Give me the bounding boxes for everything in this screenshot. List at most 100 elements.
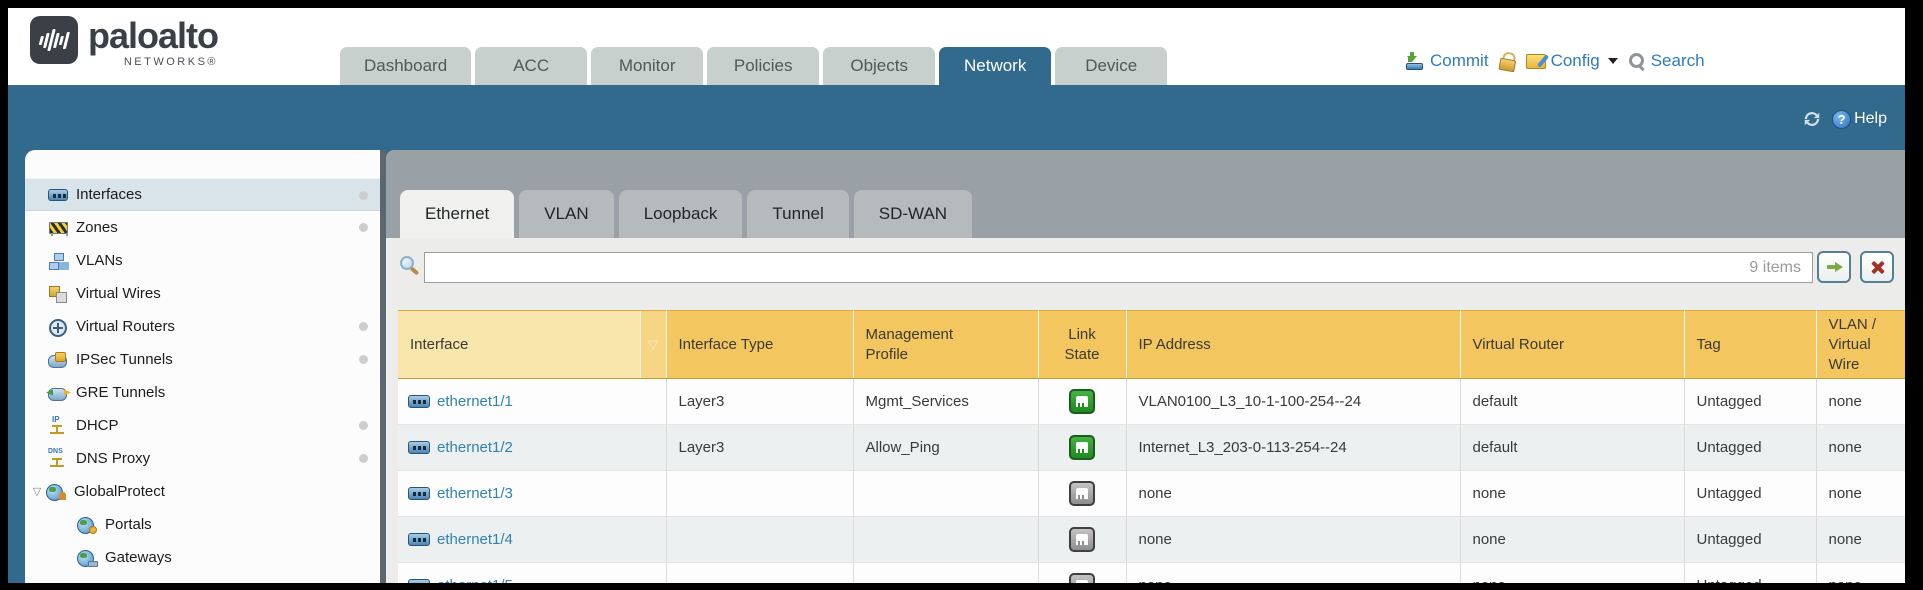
portals-icon (77, 517, 97, 533)
sidebar-item-label: Virtual Routers (76, 318, 175, 335)
brand-networks: NETWORKS® (124, 56, 218, 68)
expander-icon[interactable]: ▽ (30, 485, 44, 498)
column-header-virtual-router[interactable]: Virtual Router (1460, 311, 1684, 379)
lock-icon[interactable] (1498, 51, 1516, 71)
subtab-vlan[interactable]: VLAN (519, 190, 613, 238)
column-header-link-state[interactable]: Link State (1038, 311, 1126, 379)
paloalto-logo: paloalto NETWORKS® (30, 16, 218, 68)
sidebar-item-dns-proxy[interactable]: DNS Proxy (25, 442, 380, 475)
sidebar-item-interfaces[interactable]: Interfaces (25, 178, 380, 211)
panos-app-window: paloalto NETWORKS® Dashboard ACC Monitor… (8, 8, 1905, 583)
sidebar-item-portals[interactable]: Portals (25, 508, 380, 541)
cell-ip-address: none (1126, 563, 1460, 584)
sidebar-item-gre-tunnels[interactable]: GRE Tunnels (25, 376, 380, 409)
ethernet-interface-icon (408, 441, 430, 454)
item-dot (359, 421, 368, 430)
filter-magnifier-icon[interactable] (400, 256, 414, 270)
band-actions: ? Help (1801, 109, 1887, 129)
sort-dropdown-button[interactable]: ▽ (640, 311, 666, 378)
commit-label: Commit (1430, 51, 1489, 71)
sidebar-item-label: Zones (76, 219, 118, 236)
link-state-up-icon (1069, 435, 1095, 460)
interface-link[interactable]: ethernet1/2 (437, 439, 513, 456)
ethernet-interface-icon (408, 395, 430, 408)
item-dot (359, 191, 368, 200)
main-nav-tabs: Dashboard ACC Monitor Policies Objects N… (340, 47, 1167, 85)
filter-bar: 9 items (386, 238, 1905, 300)
cell-tag: Untagged (1684, 379, 1816, 425)
table-header-row: Interface ▽ Interface Type Management Pr… (398, 311, 1905, 379)
tab-network[interactable]: Network (939, 47, 1051, 85)
green-arrow-icon (1827, 262, 1842, 272)
interfaces-icon (48, 189, 68, 201)
search-icon (1629, 53, 1645, 69)
table-row[interactable]: ethernet1/5 none none Untagged none (398, 563, 1905, 584)
column-header-management-profile[interactable]: Management Profile (853, 311, 1038, 379)
column-header-tag[interactable]: Tag (1684, 311, 1816, 379)
subtab-ethernet[interactable]: Ethernet (400, 190, 514, 238)
interface-subtabs: Ethernet VLAN Loopback Tunnel SD-WAN (400, 190, 972, 238)
header-actions: Commit Config Search (1406, 50, 1705, 72)
column-header-vlan-virtual-wire[interactable]: VLAN / Virtual Wire (1816, 311, 1905, 379)
tab-objects[interactable]: Objects (823, 47, 935, 85)
ethernet-interface-icon (408, 533, 430, 546)
table-row[interactable]: ethernet1/3 none none Untagged none (398, 471, 1905, 517)
search-label: Search (1651, 51, 1705, 71)
subtab-loopback[interactable]: Loopback (619, 190, 743, 238)
tab-monitor[interactable]: Monitor (591, 47, 703, 85)
search-button[interactable]: Search (1629, 51, 1705, 71)
tab-acc[interactable]: ACC (475, 47, 587, 85)
sidebar-item-label: Portals (105, 516, 152, 533)
filter-input[interactable] (424, 252, 1813, 283)
table-row[interactable]: ethernet1/2 Layer3 Allow_Ping Internet_L… (398, 425, 1905, 471)
clear-filter-button[interactable] (1860, 251, 1894, 283)
subtab-tunnel[interactable]: Tunnel (747, 190, 848, 238)
paloalto-logo-icon (30, 16, 78, 64)
interface-link[interactable]: ethernet1/3 (437, 485, 513, 502)
interface-link[interactable]: ethernet1/4 (437, 531, 513, 548)
table-row[interactable]: ethernet1/4 none none Untagged none (398, 517, 1905, 563)
refresh-icon[interactable] (1801, 109, 1823, 129)
sidebar-item-label: Gateways (105, 549, 172, 566)
sidebar-item-globalprotect[interactable]: ▽ GlobalProtect (25, 475, 380, 508)
cell-virtual-router: none (1460, 563, 1684, 584)
commit-button[interactable]: Commit (1406, 51, 1489, 71)
sidebar-item-label: GlobalProtect (74, 483, 165, 500)
zones-icon (48, 220, 68, 236)
interface-link[interactable]: ethernet1/1 (437, 393, 513, 410)
cell-virtual-router: default (1460, 379, 1684, 425)
subtab-sdwan[interactable]: SD-WAN (854, 190, 972, 238)
cell-management-profile: Mgmt_Services (853, 379, 1038, 425)
config-menu-button[interactable]: Config (1526, 51, 1618, 71)
column-header-interface[interactable]: Interface ▽ (398, 311, 666, 379)
gateways-icon (77, 550, 97, 566)
column-header-interface-type[interactable]: Interface Type (666, 311, 853, 379)
interface-link[interactable]: ethernet1/5 (437, 577, 513, 583)
cell-vlan: none (1816, 517, 1905, 563)
sidebar-item-label: VLANs (76, 252, 123, 269)
tab-device[interactable]: Device (1055, 47, 1167, 85)
sidebar-item-label: IPSec Tunnels (76, 351, 173, 368)
sidebar-item-ipsec-tunnels[interactable]: IPSec Tunnels (25, 343, 380, 376)
tab-dashboard[interactable]: Dashboard (340, 47, 471, 85)
sidebar-item-virtual-routers[interactable]: Virtual Routers (25, 310, 380, 343)
tab-policies[interactable]: Policies (707, 47, 819, 85)
port-glyph (1076, 442, 1088, 453)
apply-filter-button[interactable] (1817, 251, 1851, 283)
column-header-ip-address[interactable]: IP Address (1126, 311, 1460, 379)
sidebar-item-zones[interactable]: Zones (25, 211, 380, 244)
cell-tag: Untagged (1684, 425, 1816, 471)
help-button[interactable]: ? Help (1832, 110, 1887, 129)
sidebar-item-dhcp[interactable]: DHCP (25, 409, 380, 442)
config-label: Config (1551, 51, 1600, 71)
sidebar-item-virtual-wires[interactable]: Virtual Wires (25, 277, 380, 310)
ethernet-content: 9 items Interface ▽ Interface Ty (386, 238, 1905, 583)
virtual-routers-icon (48, 319, 68, 335)
item-dot (359, 223, 368, 232)
cell-tag: Untagged (1684, 471, 1816, 517)
sidebar-item-gateways[interactable]: Gateways (25, 541, 380, 574)
sidebar-item-vlans[interactable]: VLANs (25, 244, 380, 277)
help-label: Help (1854, 110, 1887, 128)
gre-tunnels-icon (48, 385, 68, 401)
table-row[interactable]: ethernet1/1 Layer3 Mgmt_Services VLAN010… (398, 379, 1905, 425)
